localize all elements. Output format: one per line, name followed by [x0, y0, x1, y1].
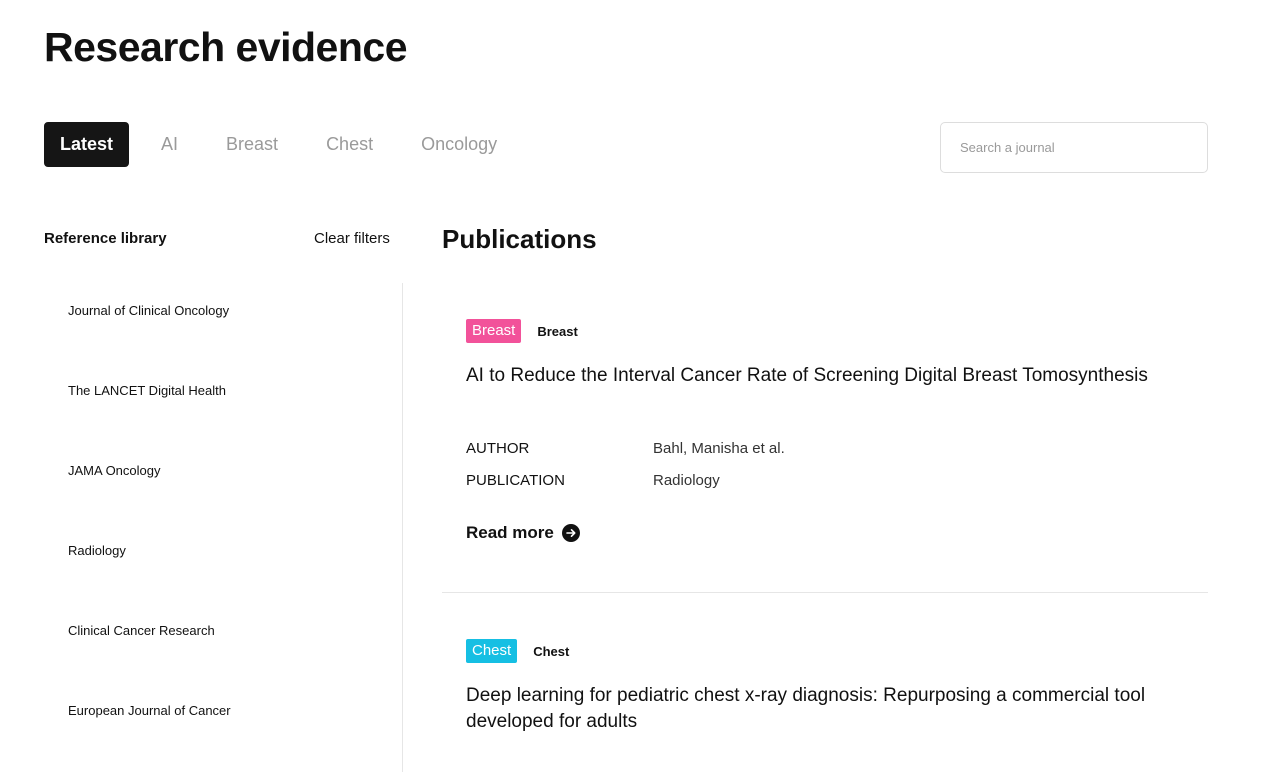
author-value: Bahl, Manisha et al. [653, 440, 785, 457]
read-more-link[interactable]: Read more [466, 523, 580, 543]
tag-row: Chest Chest [466, 639, 1208, 663]
category-tag-pill[interactable]: Chest [466, 639, 518, 663]
publication-title[interactable]: Deep learning for pediatric chest x-ray … [466, 683, 1186, 735]
journal-filter-item[interactable]: The LANCET Digital Health [68, 381, 231, 401]
read-more-label: Read more [466, 523, 554, 542]
tag-row: Breast Breast [466, 319, 1208, 343]
publication-row: PUBLICATION Radiology [466, 471, 1208, 503]
reference-library-title: Reference library [44, 230, 167, 247]
author-row: AUTHOR Bahl, Manisha et al. [466, 439, 1208, 471]
publication-label: PUBLICATION [466, 472, 565, 489]
tab-latest[interactable]: Latest [44, 122, 130, 167]
tab-chest[interactable]: Chest [310, 122, 389, 167]
publication-title[interactable]: AI to Reduce the Interval Cancer Rate of… [466, 363, 1186, 389]
author-label: AUTHOR [466, 440, 530, 457]
publications-heading: Publications [442, 224, 597, 254]
publication-meta: AUTHOR Bahl, Manisha et al. PUBLICATION … [466, 439, 1208, 503]
clear-filters-button[interactable]: Clear filters [314, 229, 390, 249]
category-label: Chest [533, 643, 570, 659]
category-tag-pill[interactable]: Breast [466, 319, 522, 343]
journal-filter-item[interactable]: European Journal of Cancer [68, 701, 231, 721]
publication-card: Breast Breast AI to Reduce the Interval … [466, 319, 1208, 543]
tab-oncology[interactable]: Oncology [405, 122, 513, 167]
category-label: Breast [537, 323, 578, 339]
journal-filter-item[interactable]: Journal of Clinical Oncology [68, 301, 231, 321]
tab-breast[interactable]: Breast [210, 122, 294, 167]
publication-value: Radiology [653, 472, 720, 489]
category-tabs: Latest AI Breast Chest Oncology [44, 122, 529, 167]
sidebar-divider [402, 283, 403, 772]
journal-filter-item[interactable]: Clinical Cancer Research [68, 621, 231, 641]
journal-search-input[interactable] [940, 122, 1208, 173]
tab-ai[interactable]: AI [145, 122, 194, 167]
journal-filter-list: Journal of Clinical Oncology The LANCET … [68, 301, 231, 781]
journal-filter-item[interactable]: Radiology [68, 541, 231, 561]
page-title: Research evidence [44, 24, 408, 70]
publication-divider [442, 592, 1208, 593]
journal-filter-item[interactable]: JAMA Oncology [68, 461, 231, 481]
publication-card: Chest Chest Deep learning for pediatric … [466, 639, 1208, 735]
arrow-right-circle-icon [561, 524, 580, 542]
